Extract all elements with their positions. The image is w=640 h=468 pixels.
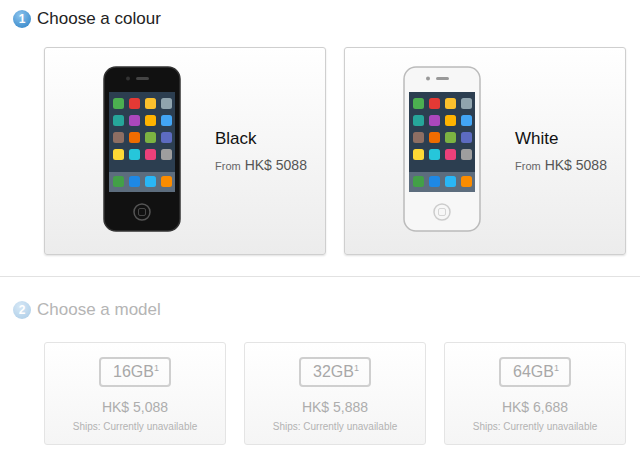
colour-name: Black [215,129,307,149]
model-card: 16GB1 HK$ 5,088 Ships: Currently unavail… [44,342,226,445]
capacity-box: 16GB1 [99,357,171,387]
colour-list: Black From HK$ 5088 White From HK$ 5088 [0,47,640,255]
model-price: HK$ 6,688 [502,399,568,415]
model-price: HK$ 5,888 [302,399,368,415]
iphone-icon [403,66,481,236]
step-header: 2 Choose a model [0,298,640,322]
colour-price: From HK$ 5088 [515,157,607,173]
step-header: 1 Choose a colour [0,7,640,31]
colour-card[interactable]: White From HK$ 5088 [344,47,626,255]
colour-step: 1 Choose a colour Black From HK$ 5088 Wh… [0,7,640,255]
model-list: 16GB1 HK$ 5,088 Ships: Currently unavail… [0,342,640,445]
store-page: 1 Choose a colour Black From HK$ 5088 Wh… [0,0,640,468]
colour-info: Black From HK$ 5088 [215,129,307,173]
from-label: From [515,160,541,172]
capacity-box: 32GB1 [299,357,371,387]
colour-name: White [515,129,607,149]
from-label: From [215,160,241,172]
colour-price: From HK$ 5088 [215,157,307,173]
step-badge: 1 [13,10,31,28]
step-title: Choose a model [37,300,161,320]
footnote-mark: 1 [554,363,559,373]
footnote-mark: 1 [154,363,159,373]
price-amount: HK$ 5088 [545,157,607,173]
model-card: 64GB1 HK$ 6,688 Ships: Currently unavail… [444,342,626,445]
shipping-status: Ships: Currently unavailable [273,421,398,432]
section-divider [0,276,640,277]
footnote-mark: 1 [354,363,359,373]
colour-info: White From HK$ 5088 [515,129,607,173]
shipping-status: Ships: Currently unavailable [473,421,598,432]
shipping-status: Ships: Currently unavailable [73,421,198,432]
model-step: 2 Choose a model 16GB1 HK$ 5,088 Ships: … [0,298,640,445]
model-card: 32GB1 HK$ 5,888 Ships: Currently unavail… [244,342,426,445]
colour-card[interactable]: Black From HK$ 5088 [44,47,326,255]
model-price: HK$ 5,088 [102,399,168,415]
step-title: Choose a colour [37,9,161,29]
capacity-box: 64GB1 [499,357,571,387]
iphone-icon [103,66,181,236]
price-amount: HK$ 5088 [245,157,307,173]
step-badge: 2 [13,301,31,319]
